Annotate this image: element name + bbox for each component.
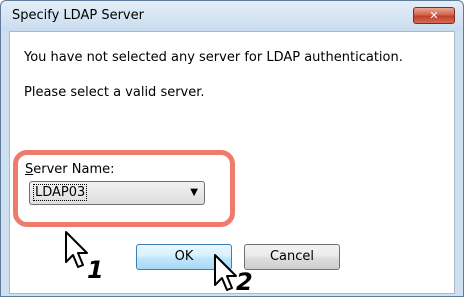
step-1-number: 1 (87, 256, 104, 284)
chevron-down-icon[interactable]: ▼ (190, 187, 198, 198)
cancel-button[interactable]: Cancel (244, 244, 340, 270)
server-name-value: LDAP03 (32, 184, 88, 201)
close-button[interactable]: ✕ (413, 7, 455, 24)
message-line-1: You have not selected any server for LDA… (24, 50, 403, 65)
server-name-label-text: erver Name: (33, 162, 115, 177)
server-name-label: Server Name: (25, 162, 115, 177)
dialog-title: Specify LDAP Server (12, 8, 144, 23)
title-bar[interactable]: Specify LDAP Server ✕ (1, 1, 463, 31)
server-name-select[interactable]: LDAP03 ▼ (29, 181, 205, 205)
close-icon: ✕ (429, 9, 439, 22)
message-line-2: Please select a valid server. (24, 85, 205, 100)
step-2-number: 2 (236, 268, 253, 296)
